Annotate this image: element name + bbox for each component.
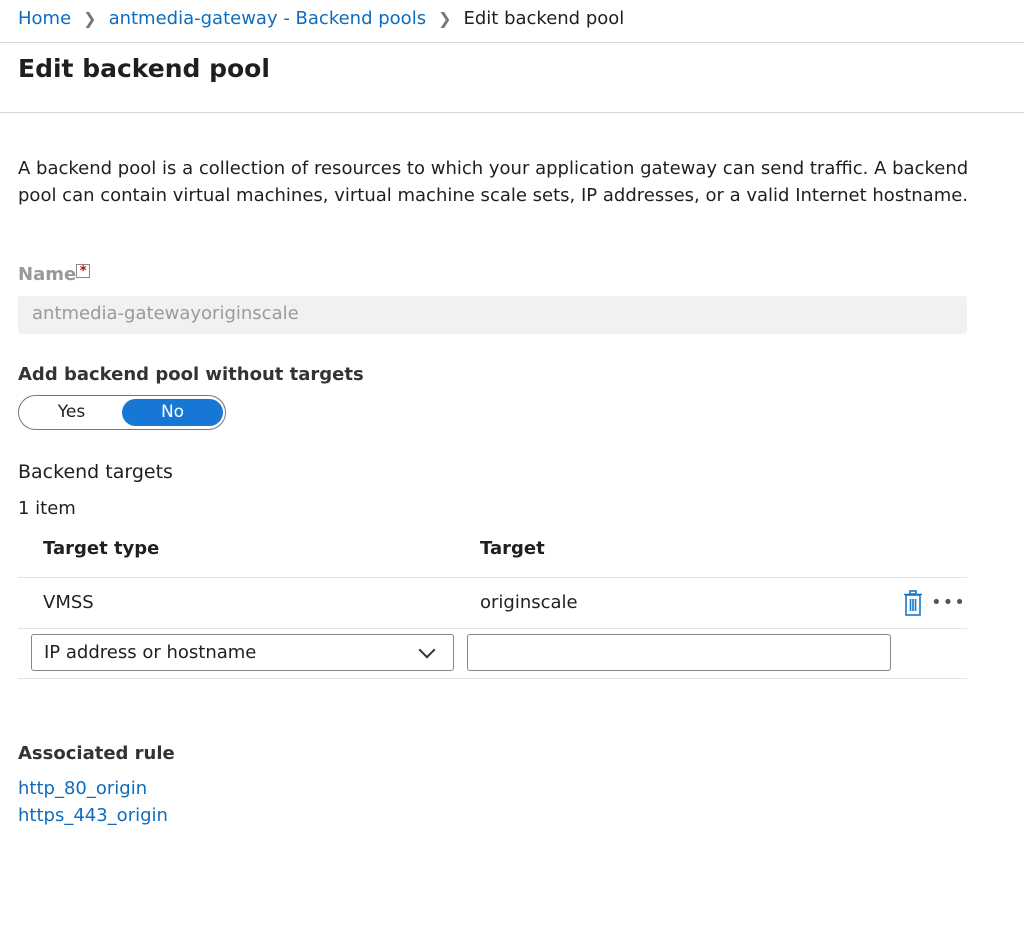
divider <box>18 628 967 629</box>
row-target-type: VMSS <box>43 592 94 613</box>
chevron-right-icon: ❯ <box>438 9 452 28</box>
rule-link-https[interactable]: https_443_origin <box>18 805 168 826</box>
without-targets-label: Add backend pool without targets <box>18 364 364 385</box>
target-type-select[interactable]: IP address or hostname <box>31 634 454 671</box>
breadcrumb-home[interactable]: Home <box>18 8 71 29</box>
target-type-select-value: IP address or hostname <box>44 642 257 663</box>
column-target-type: Target type <box>43 538 160 559</box>
target-input[interactable] <box>467 634 891 671</box>
divider <box>18 577 967 578</box>
name-input[interactable]: antmedia-gatewayoriginscale <box>18 296 967 334</box>
item-count: 1 item <box>18 498 76 519</box>
chevron-down-icon <box>418 641 436 659</box>
name-label-text: Name <box>18 264 77 285</box>
page-title: Edit backend pool <box>18 54 270 83</box>
backend-targets-heading: Backend targets <box>18 461 173 483</box>
rule-link-http[interactable]: http_80_origin <box>18 778 147 799</box>
divider <box>0 42 1024 43</box>
toggle-no[interactable]: No <box>122 399 223 426</box>
divider <box>0 112 1024 113</box>
breadcrumb-backend-pools[interactable]: antmedia-gateway - Backend pools <box>109 8 427 29</box>
more-options-icon[interactable]: ••• <box>931 592 966 613</box>
delete-icon[interactable] <box>903 590 923 616</box>
chevron-right-icon: ❯ <box>83 9 97 28</box>
breadcrumb: Home ❯ antmedia-gateway - Backend pools … <box>18 8 624 29</box>
column-target: Target <box>480 538 545 559</box>
row-target: originscale <box>480 592 578 613</box>
required-icon: * <box>76 264 91 279</box>
without-targets-toggle[interactable]: Yes No <box>18 395 226 430</box>
associated-rule-heading: Associated rule <box>18 743 175 764</box>
breadcrumb-current: Edit backend pool <box>463 8 625 29</box>
toggle-yes[interactable]: Yes <box>21 399 122 426</box>
divider <box>18 678 967 679</box>
name-label: Name * <box>18 264 91 285</box>
description: A backend pool is a collection of resour… <box>18 158 969 206</box>
